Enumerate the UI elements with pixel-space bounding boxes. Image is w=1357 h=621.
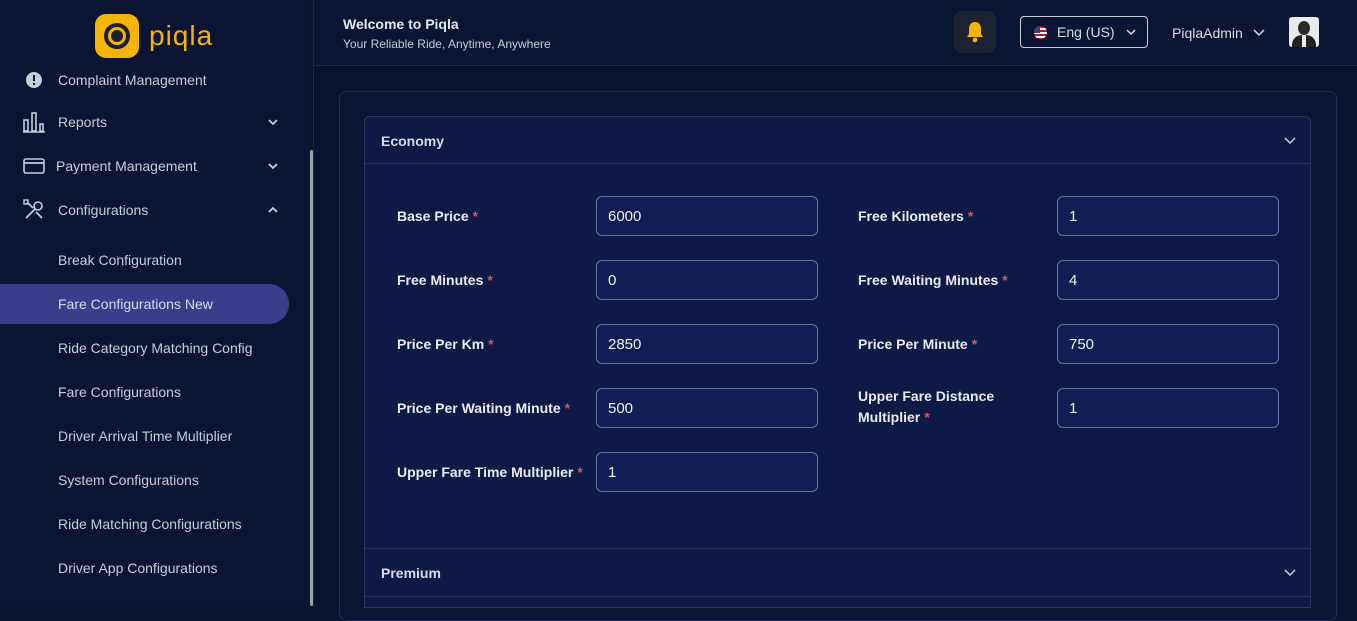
- sidebar-subitem-label: Driver App Configurations: [58, 560, 218, 576]
- free-minutes-input[interactable]: [596, 260, 818, 300]
- sidebar-subitem-ride-matching-configurations[interactable]: Ride Matching Configurations: [0, 504, 289, 544]
- language-label: Eng (US): [1057, 24, 1115, 40]
- free-kilometers-input[interactable]: [1057, 196, 1279, 236]
- sidebar-subitem-label: System Configurations: [58, 472, 199, 488]
- sidebar-subitem-ride-category-matching-config[interactable]: Ride Category Matching Config: [0, 328, 289, 368]
- sidebar-divider: [313, 0, 314, 606]
- sidebar-item-complaint-management[interactable]: Complaint Management: [0, 60, 310, 100]
- panel-title: Economy: [381, 133, 445, 149]
- logo-text: piqla: [149, 20, 214, 51]
- bar-chart-icon: [22, 110, 46, 134]
- upper-fare-time-multiplier-label: Upper Fare Time Multiplier *: [397, 464, 583, 480]
- chevron-up-icon: [266, 203, 280, 217]
- sidebar-subitem-label: Break Configuration: [58, 252, 182, 268]
- sidebar-subitem-fare-configurations-new[interactable]: Fare Configurations New: [0, 284, 289, 324]
- user-menu-name[interactable]: PiqlaAdmin: [1172, 25, 1243, 41]
- sidebar-item-label: Configurations: [58, 202, 149, 218]
- price-per-waiting-minute-label: Price Per Waiting Minute *: [397, 400, 571, 416]
- tools-icon: [22, 198, 46, 222]
- sidebar-item-reports[interactable]: Reports: [0, 102, 310, 142]
- welcome-subtitle: Your Reliable Ride, Anytime, Anywhere: [343, 37, 551, 51]
- chevron-down-icon: [1125, 26, 1137, 38]
- sidebar-subitem-label: Ride Matching Configurations: [58, 516, 242, 532]
- premium-panel: Premium: [364, 548, 1311, 608]
- upper-fare-time-multiplier-input[interactable]: [596, 452, 818, 492]
- sidebar-subitem-label: Driver Arrival Time Multiplier: [58, 428, 233, 444]
- sidebar-item-label: Payment Management: [56, 158, 197, 174]
- sidebar-subitem-driver-arrival-time-multiplier[interactable]: Driver Arrival Time Multiplier: [0, 416, 289, 456]
- economy-panel-header[interactable]: Economy: [365, 117, 1310, 164]
- chevron-down-icon: [1283, 566, 1297, 580]
- sidebar-item-configurations[interactable]: Configurations: [0, 190, 310, 230]
- notifications-button[interactable]: [954, 11, 996, 53]
- price-per-km-input[interactable]: [596, 324, 818, 364]
- base-price-input[interactable]: [596, 196, 818, 236]
- price-per-minute-label: Price Per Minute *: [858, 336, 978, 352]
- credit-card-icon: [22, 154, 46, 178]
- price-per-km-label: Price Per Km *: [397, 336, 494, 352]
- alert-circle-icon: [22, 68, 46, 92]
- upper-fare-distance-multiplier-label: Upper Fare Distance Multiplier *: [858, 388, 995, 425]
- avatar[interactable]: [1289, 17, 1319, 47]
- sidebar-item-label: Reports: [58, 114, 108, 130]
- chevron-down-icon: [266, 115, 280, 129]
- free-kilometers-label: Free Kilometers *: [858, 208, 974, 224]
- sidebar-item-label: Complaint Management: [58, 72, 207, 88]
- sidebar-subitem-fare-configurations[interactable]: Fare Configurations: [0, 372, 289, 412]
- chevron-down-icon: [266, 159, 280, 173]
- sidebar-subitem-break-configuration[interactable]: Break Configuration: [0, 240, 289, 280]
- price-per-waiting-minute-input[interactable]: [596, 388, 818, 428]
- sidebar-subitem-label: Fare Configurations New: [58, 296, 213, 312]
- premium-panel-header[interactable]: Premium: [365, 549, 1310, 597]
- app-logo[interactable]: piqla: [95, 14, 213, 58]
- chevron-down-icon: [1283, 134, 1297, 148]
- base-price-label: Base Price *: [397, 208, 479, 224]
- sidebar-subitem-system-configurations[interactable]: System Configurations: [0, 460, 289, 500]
- price-per-minute-input[interactable]: [1057, 324, 1279, 364]
- free-minutes-label: Free Minutes *: [397, 272, 493, 288]
- sidebar-item-payment-management[interactable]: Payment Management: [0, 146, 310, 186]
- free-waiting-minutes-label: Free Waiting Minutes *: [858, 272, 1008, 288]
- us-flag-icon: [1034, 26, 1047, 39]
- free-waiting-minutes-input[interactable]: [1057, 260, 1279, 300]
- sidebar-subitem-label: Ride Category Matching Config: [58, 340, 253, 356]
- upper-fare-distance-multiplier-input[interactable]: [1057, 388, 1279, 428]
- language-selector[interactable]: Eng (US): [1020, 16, 1148, 48]
- sidebar-subitem-label: Fare Configurations: [58, 384, 181, 400]
- panel-title: Premium: [381, 565, 441, 581]
- sidebar: piqla Complaint Management Reports Payme…: [0, 0, 310, 606]
- welcome-title: Welcome to Piqla: [343, 16, 459, 32]
- top-bar: Welcome to Piqla Your Reliable Ride, Any…: [314, 0, 1357, 66]
- piqla-logo-icon: [95, 14, 139, 58]
- chevron-down-icon[interactable]: [1252, 26, 1266, 40]
- sidebar-subitem-driver-app-configurations[interactable]: Driver App Configurations: [0, 548, 289, 588]
- bell-icon: [965, 21, 985, 43]
